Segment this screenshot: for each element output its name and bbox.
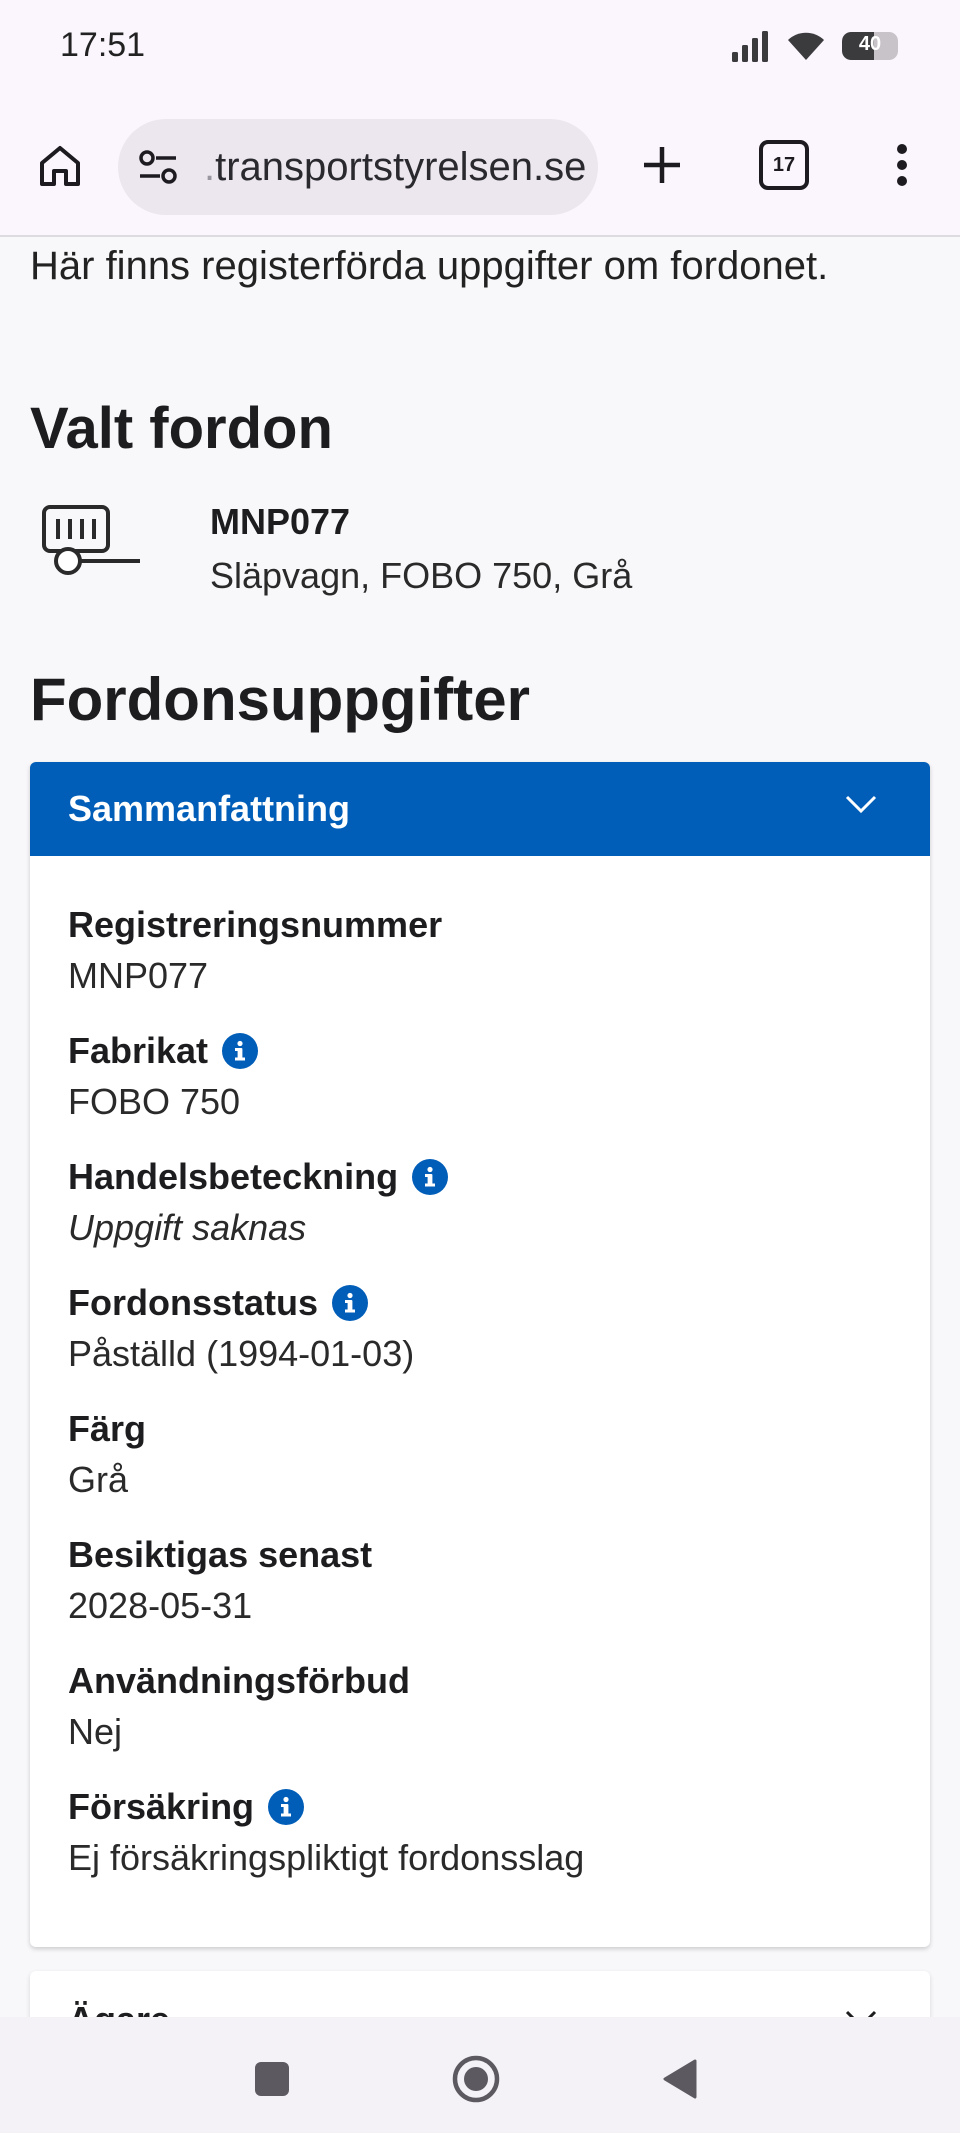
info-icon[interactable] (332, 1285, 369, 1321)
home-nav-button[interactable] (444, 2047, 508, 2111)
square-icon (255, 2062, 289, 2096)
tab-switcher-button[interactable]: 17 (752, 133, 816, 197)
info-icon[interactable] (222, 1033, 259, 1069)
field-besiktigas-senast: Besiktigas senast 2028-05-31 (68, 1532, 892, 1634)
url-domain: transportstyrelsen.se (215, 144, 587, 189)
field-value: Ej försäkringspliktigt fordonsslag (68, 1837, 585, 1878)
wifi-icon (788, 32, 826, 60)
owner-accordion-title: Ägare (68, 1999, 170, 2017)
tab-count: 17 (772, 153, 796, 176)
new-tab-button[interactable] (630, 133, 694, 197)
recent-apps-button[interactable] (240, 2047, 304, 2111)
back-nav-button[interactable] (648, 2047, 712, 2111)
system-navigation-bar (0, 2017, 960, 2133)
browser-toolbar: .transportstyrelsen.se 17 (0, 95, 960, 237)
summary-accordion: Sammanfattning Registreringsnummer MNP07… (30, 762, 930, 1947)
vehicle-description: Släpvagn, FOBO 750, Grå (210, 555, 633, 596)
tabs-icon: 17 (759, 140, 809, 190)
field-label: Färg (68, 1408, 147, 1449)
plus-icon (644, 147, 680, 183)
summary-accordion-header[interactable]: Sammanfattning (30, 762, 930, 856)
field-label: Besiktigas senast (68, 1534, 373, 1575)
more-menu-button[interactable] (870, 133, 934, 197)
status-time: 17:51 (60, 26, 146, 64)
field-label: Fabrikat (68, 1030, 209, 1071)
intro-text: Här finns registerförda uppgifter om for… (30, 244, 829, 288)
circle-home-icon (452, 2055, 500, 2103)
field-fordonsstatus: Fordonsstatus Påställd (1994-01-03) (68, 1280, 892, 1382)
field-label: Registreringsnummer (68, 904, 443, 945)
field-forsakring: Försäkring Ej försäkringspliktigt fordon… (68, 1784, 892, 1886)
field-value: FOBO 750 (68, 1081, 241, 1122)
vehicle-details-heading: Fordonsuppgifter (30, 666, 530, 733)
field-value: Påställd (1994-01-03) (68, 1333, 415, 1374)
battery-level: 40 (858, 33, 882, 55)
chevron-down-icon (845, 2010, 877, 2017)
field-value: 2028-05-31 (68, 1585, 253, 1626)
home-button[interactable] (28, 133, 92, 197)
site-settings-icon[interactable] (138, 145, 182, 189)
field-label: Handelsbeteckning (68, 1156, 399, 1197)
field-handelsbeteckning: Handelsbeteckning Uppgift saknas (68, 1154, 892, 1256)
address-bar[interactable]: .transportstyrelsen.se (118, 119, 598, 215)
selected-vehicle: MNP077 Släpvagn, FOBO 750, Grå (30, 495, 930, 615)
info-icon[interactable] (268, 1789, 305, 1825)
page-content[interactable]: Här finns registerförda uppgifter om for… (0, 237, 960, 2017)
field-label: Fordonsstatus (68, 1282, 319, 1323)
field-fabrikat: Fabrikat FOBO 750 (68, 1028, 892, 1130)
url-text: .transportstyrelsen.se (204, 145, 586, 190)
field-anvandningsforbud: Användningsförbud Nej (68, 1658, 892, 1760)
url-prefix: . (204, 144, 216, 189)
home-icon (40, 146, 80, 186)
field-label: Försäkring (68, 1786, 255, 1827)
field-label: Användningsförbud (68, 1660, 410, 1701)
vehicle-registration: MNP077 (210, 501, 351, 542)
summary-title: Sammanfattning (68, 788, 351, 829)
owner-accordion[interactable]: Ägare (30, 1971, 930, 2017)
chevron-down-icon (845, 795, 877, 814)
field-value: MNP077 (68, 955, 209, 996)
summary-fields: Registreringsnummer MNP077 Fabrikat FOBO… (30, 856, 930, 1886)
trailer-icon (42, 505, 140, 575)
back-triangle-icon (663, 2059, 697, 2099)
info-icon[interactable] (412, 1159, 449, 1195)
signal-icon (732, 31, 768, 62)
status-icons: 40 (730, 26, 898, 66)
field-registreringsnummer: Registreringsnummer MNP077 (68, 902, 892, 1004)
field-value: Uppgift saknas (68, 1207, 307, 1248)
selected-vehicle-heading: Valt fordon (30, 396, 333, 461)
field-farg: Färg Grå (68, 1406, 892, 1508)
battery-icon: 40 (842, 32, 898, 60)
more-vert-icon (897, 144, 907, 186)
field-value: Nej (68, 1711, 123, 1752)
field-value: Grå (68, 1459, 129, 1500)
status-bar: 17:51 40 (0, 0, 960, 95)
